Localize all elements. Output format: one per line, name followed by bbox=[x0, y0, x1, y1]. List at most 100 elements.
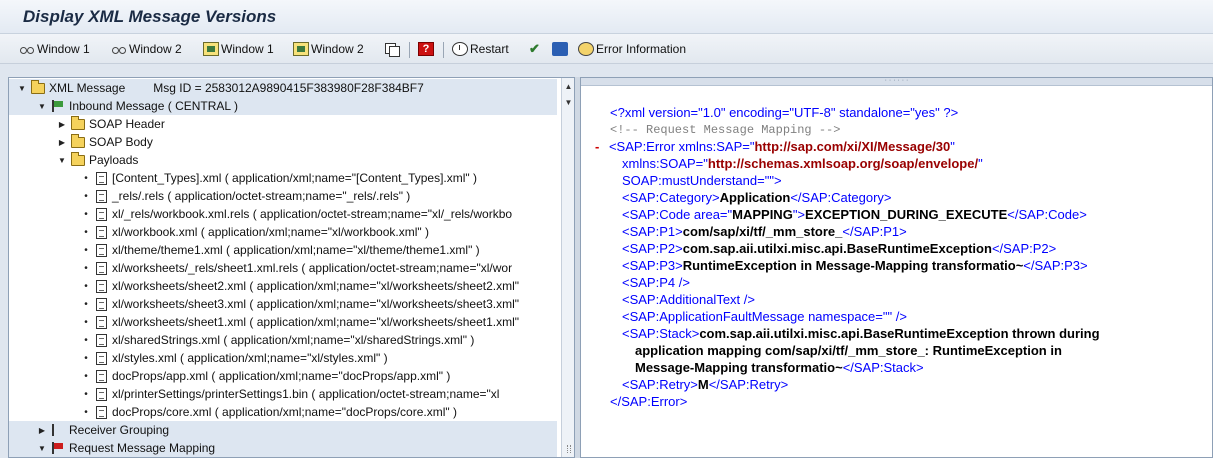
xml-value: Message-Mapping transformatio~ bbox=[635, 360, 843, 375]
xml-tag: </SAP:P1> bbox=[842, 224, 907, 239]
collapse-node-icon[interactable]: - bbox=[595, 139, 599, 154]
tree-node-label: Inbound Message ( CENTRAL ) bbox=[69, 99, 238, 113]
document-icon bbox=[96, 387, 107, 401]
xml-tag: <SAP:Error xmlns:SAP=" bbox=[608, 139, 755, 154]
xml-comment: <!-- Request Message Mapping --> bbox=[610, 123, 841, 137]
tree-node-label: SOAP Header bbox=[89, 117, 165, 131]
payload-file-label: xl/_rels/workbook.xml.rels ( application… bbox=[112, 207, 513, 221]
payload-file[interactable]: • [Content_Types].xml ( application/xml;n… bbox=[9, 169, 557, 187]
window1-open-button[interactable]: Window 1 bbox=[203, 41, 274, 57]
bullet-icon: • bbox=[84, 226, 88, 238]
tree-node-soap-header[interactable]: ▶ SOAP Header bbox=[9, 115, 557, 133]
bullet-icon: • bbox=[84, 208, 88, 220]
tree-scrollbar[interactable]: ▲ ▼ bbox=[561, 78, 574, 457]
window1-compare-label: Window 1 bbox=[37, 42, 90, 56]
payload-file[interactable]: • xl/worksheets/sheet2.xml ( application/… bbox=[9, 277, 557, 295]
expand-arrow-icon[interactable]: ▶ bbox=[37, 426, 47, 435]
payload-file[interactable]: • docProps/core.xml ( application/xml;nam… bbox=[9, 403, 557, 421]
xml-attr-value: http://schemas.xmlsoap.org/soap/envelope… bbox=[707, 156, 979, 171]
payload-file-label: xl/worksheets/sheet2.xml ( application/x… bbox=[112, 279, 520, 293]
tree-node-xml-message[interactable]: ▼ XML Message Msg ID = 2583012A9890415F3… bbox=[9, 79, 557, 97]
document-icon bbox=[96, 171, 107, 185]
tree-node-payloads[interactable]: ▼ Payloads bbox=[9, 151, 557, 169]
scroll-up-icon[interactable]: ▲ bbox=[562, 80, 574, 94]
window2-compare-button[interactable]: Window 2 bbox=[111, 41, 182, 57]
xml-tag: "> bbox=[792, 207, 806, 222]
toolbar: Window 1 Window 2 Window 1 Window 2 ? Re… bbox=[0, 34, 1213, 64]
xml-must-understand: SOAP:mustUnderstand=""> bbox=[622, 173, 782, 188]
collapse-arrow-icon[interactable]: ▼ bbox=[17, 84, 27, 93]
restart-button[interactable]: Restart bbox=[452, 41, 509, 57]
xml-declaration: <?xml version="1.0" encoding="UTF-8" sta… bbox=[610, 105, 959, 120]
payload-file[interactable]: • xl/theme/theme1.xml ( application/xml;n… bbox=[9, 241, 557, 259]
xml-tag: <SAP:Code area=" bbox=[622, 207, 733, 222]
payload-file[interactable]: • docProps/app.xml ( application/xml;name… bbox=[9, 367, 557, 385]
payload-file[interactable]: • xl/worksheets/sheet3.xml ( application/… bbox=[9, 295, 557, 313]
payload-file[interactable]: • xl/styles.xml ( application/xml;name="x… bbox=[9, 349, 557, 367]
copy-button[interactable] bbox=[384, 41, 402, 57]
collapse-arrow-icon[interactable]: ▼ bbox=[37, 444, 47, 453]
xml-stack-continuation: application mapping com/sap/xi/tf/_mm_st… bbox=[635, 343, 1062, 358]
window2-open-button[interactable]: Window 2 bbox=[293, 41, 364, 57]
collapse-arrow-icon[interactable]: ▼ bbox=[57, 156, 67, 165]
help-button[interactable]: ? bbox=[418, 41, 436, 57]
payload-file-label: _rels/.rels ( application/octet-stream;n… bbox=[112, 189, 411, 203]
pane-grip[interactable]: · · · · · · bbox=[581, 78, 1212, 86]
expand-arrow-icon[interactable]: ▶ bbox=[57, 120, 67, 129]
payload-file[interactable]: • xl/worksheets/_rels/sheet1.xml.rels ( a… bbox=[9, 259, 557, 277]
error-information-button[interactable]: Error Information bbox=[578, 41, 686, 57]
xml-soap-ns-line: xmlns:SOAP="http://schemas.xmlsoap.org/s… bbox=[622, 156, 983, 171]
payload-file[interactable]: • xl/worksheets/sheet1.xml ( application/… bbox=[9, 313, 557, 331]
check-icon: ✔ bbox=[529, 41, 540, 56]
refresh-button[interactable] bbox=[552, 41, 570, 57]
document-icon bbox=[96, 261, 107, 275]
document-icon bbox=[96, 279, 107, 293]
document-icon bbox=[96, 333, 107, 347]
glasses-icon bbox=[111, 42, 127, 56]
payload-file-label: xl/theme/theme1.xml ( application/xml;na… bbox=[112, 243, 480, 257]
expand-arrow-icon[interactable]: ▶ bbox=[57, 138, 67, 147]
error-info-icon bbox=[578, 42, 594, 56]
tree-node-request-message-mapping[interactable]: ▼ Request Message Mapping bbox=[9, 439, 557, 457]
document-icon bbox=[96, 189, 107, 203]
resize-grip-icon[interactable] bbox=[567, 445, 571, 453]
bullet-icon: • bbox=[84, 244, 88, 256]
tree-node-receiver-grouping[interactable]: ▶ Receiver Grouping bbox=[9, 421, 557, 439]
payload-file-label: xl/worksheets/sheet1.xml ( application/x… bbox=[112, 315, 520, 329]
tree-node-soap-body[interactable]: ▶ SOAP Body bbox=[9, 133, 557, 151]
xml-category-line: <SAP:Category>Application</SAP:Category> bbox=[622, 190, 892, 205]
xml-value: EXCEPTION_DURING_EXECUTE bbox=[805, 207, 1008, 222]
payload-file[interactable]: • xl/printerSettings/printerSettings1.bin… bbox=[9, 385, 557, 403]
bullet-icon: • bbox=[84, 406, 88, 418]
document-icon bbox=[96, 207, 107, 221]
xml-stack-end-line: Message-Mapping transformatio~</SAP:Stac… bbox=[635, 360, 924, 375]
xml-app-fault-line: <SAP:ApplicationFaultMessage namespace="… bbox=[622, 309, 907, 324]
tree-node-inbound-message[interactable]: ▼ Inbound Message ( CENTRAL ) bbox=[9, 97, 557, 115]
bullet-icon: • bbox=[84, 316, 88, 328]
xml-additional-text-line: <SAP:AdditionalText /> bbox=[622, 292, 755, 307]
tree-node-label: SOAP Body bbox=[89, 135, 153, 149]
scroll-down-icon[interactable]: ▼ bbox=[562, 96, 574, 110]
window1-compare-button[interactable]: Window 1 bbox=[19, 41, 90, 57]
window-title: Display XML Message Versions bbox=[23, 7, 277, 26]
folder-icon bbox=[31, 79, 45, 94]
payload-file-label: xl/workbook.xml ( application/xml;name="… bbox=[112, 225, 429, 239]
document-icon bbox=[96, 369, 107, 383]
bullet-icon: • bbox=[84, 388, 88, 400]
red-flag-icon bbox=[51, 442, 65, 454]
xml-attr-value: http://sap.com/xi/XI/Message/30 bbox=[754, 139, 951, 154]
help-icon: ? bbox=[418, 42, 434, 56]
copy-icon bbox=[384, 42, 400, 57]
payload-file-label: [Content_Types].xml ( application/xml;na… bbox=[112, 171, 478, 185]
collapse-arrow-icon[interactable]: ▼ bbox=[37, 102, 47, 111]
xml-tag: </SAP:Code> bbox=[1007, 207, 1087, 222]
payload-file[interactable]: • xl/sharedStrings.xml ( application/xml;… bbox=[9, 331, 557, 349]
payload-file[interactable]: • xl/_rels/workbook.xml.rels ( applicatio… bbox=[9, 205, 557, 223]
glasses-icon bbox=[19, 42, 35, 56]
check-button[interactable]: ✔ bbox=[529, 41, 547, 57]
payload-file[interactable]: • _rels/.rels ( application/octet-stream;… bbox=[9, 187, 557, 205]
xml-p4-line: <SAP:P4 /> bbox=[622, 275, 690, 290]
payload-file[interactable]: • xl/workbook.xml ( application/xml;name=… bbox=[9, 223, 557, 241]
window1-open-label: Window 1 bbox=[221, 42, 274, 56]
window-icon bbox=[293, 42, 309, 56]
